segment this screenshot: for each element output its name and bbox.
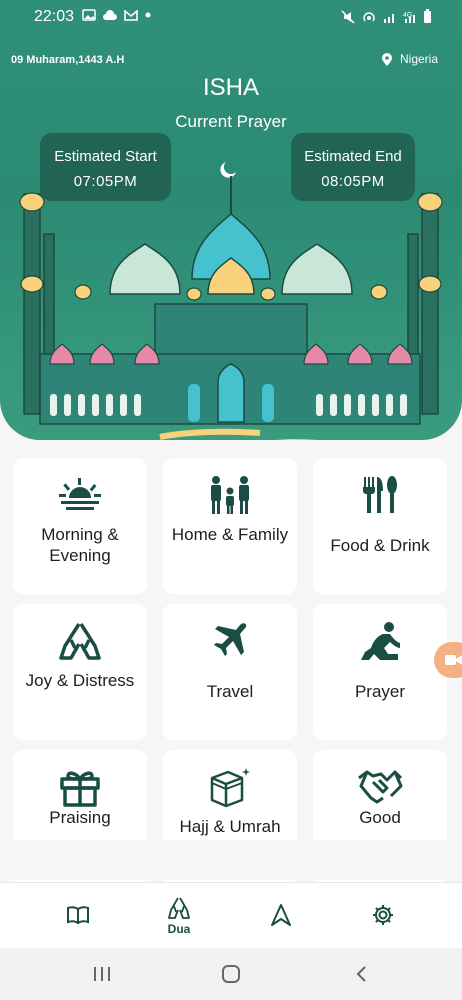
category-label: Food & Drink xyxy=(330,536,430,555)
video-camera-icon xyxy=(445,655,462,665)
sunrise-icon xyxy=(59,478,101,510)
end-time: 08:05PM xyxy=(321,173,385,190)
gift-icon xyxy=(60,771,100,807)
4g-icon: 4G xyxy=(403,12,415,23)
category-label: Travel xyxy=(206,682,254,701)
cloud-icon xyxy=(103,10,117,20)
hijri-date: 09 Muharam,1443 A.H xyxy=(11,54,125,66)
start-label: Estimated Start xyxy=(54,148,157,165)
dot-icon xyxy=(145,12,151,18)
floating-record-button[interactable] xyxy=(434,642,462,678)
category-label: Prayer xyxy=(354,682,406,701)
location-pin-icon xyxy=(381,52,392,66)
praying-hands-icon xyxy=(59,623,101,660)
gallery-icon xyxy=(82,9,96,21)
dua-hands-icon xyxy=(168,897,190,919)
status-time: 22:03 xyxy=(34,8,75,25)
category-label: Home & Family xyxy=(171,525,289,544)
book-icon xyxy=(67,906,89,925)
back-button[interactable] xyxy=(341,960,381,988)
current-prayer-name: ISHA xyxy=(202,74,259,101)
category-home-family[interactable]: Home & Family xyxy=(163,458,297,594)
category-label: Praising xyxy=(49,808,111,827)
system-navigation-bar xyxy=(0,948,462,1000)
category-joy-distress[interactable]: Joy & Distress xyxy=(13,604,147,740)
recent-apps-icon xyxy=(94,967,110,981)
category-prayer[interactable]: Prayer xyxy=(313,604,447,740)
nav-dua-label: Dua xyxy=(167,922,191,936)
gear-icon xyxy=(373,905,393,925)
category-label: Joy & Distress xyxy=(25,671,135,690)
nav-dua[interactable]: Dua xyxy=(149,883,209,949)
start-time: 07:05PM xyxy=(73,173,138,190)
category-label: Hajj & Umrah xyxy=(179,817,281,836)
kaaba-icon xyxy=(210,768,250,808)
estimated-start-card: Estimated Start 07:05PM xyxy=(40,133,171,201)
end-label: Estimated End xyxy=(304,148,402,165)
bottom-navigation: Dua xyxy=(0,882,462,948)
hotspot-icon xyxy=(363,11,375,21)
utensils-icon xyxy=(363,476,397,513)
current-prayer-subtitle: Current Prayer xyxy=(175,112,287,131)
mute-icon xyxy=(341,9,355,24)
airplane-icon xyxy=(214,623,247,656)
signal-icon xyxy=(384,13,394,23)
nav-settings[interactable] xyxy=(353,883,413,949)
home-button[interactable] xyxy=(211,960,251,988)
handshake-icon xyxy=(358,770,403,804)
category-food-drink[interactable]: Food & Drink xyxy=(313,458,447,594)
category-label: Good xyxy=(359,808,401,827)
family-icon xyxy=(211,476,249,514)
category-travel[interactable]: Travel xyxy=(163,604,297,740)
location-button[interactable]: Nigeria xyxy=(381,52,438,66)
qibla-arrow-icon xyxy=(271,904,291,926)
battery-icon xyxy=(424,9,431,23)
estimated-end-card: Estimated End 08:05PM xyxy=(291,133,415,201)
category-label: Morning & Evening xyxy=(41,525,119,565)
nav-book[interactable] xyxy=(48,883,108,949)
grid-scroll-fade xyxy=(0,840,462,880)
home-icon xyxy=(222,965,240,983)
kneeling-person-icon xyxy=(361,622,400,660)
gmail-icon xyxy=(124,9,138,21)
status-bar: 22:03 4G xyxy=(0,0,462,34)
category-morning-evening[interactable]: Morning & Evening xyxy=(13,458,147,594)
prayer-banner: 09 Muharam,1443 A.H Nigeria ISHA Current… xyxy=(0,34,462,440)
back-icon xyxy=(356,966,366,982)
location-label: Nigeria xyxy=(399,52,438,66)
nav-qibla[interactable] xyxy=(251,883,311,949)
recent-apps-button[interactable] xyxy=(82,960,122,988)
